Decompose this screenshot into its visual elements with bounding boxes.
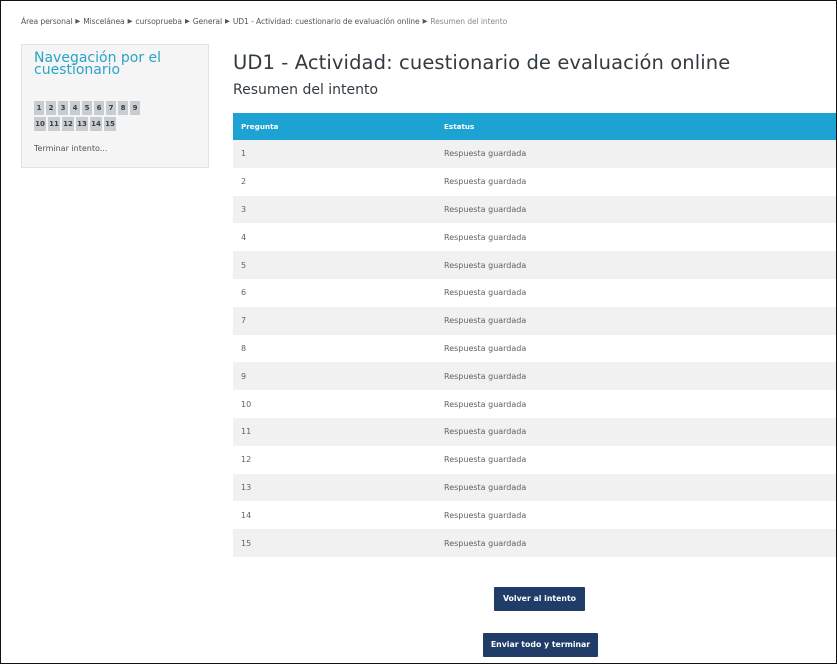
breadcrumb-separator-icon: ▶ — [184, 17, 190, 25]
question-button-4[interactable]: 4 — [70, 101, 80, 115]
question-status: Respuesta guardada — [444, 177, 527, 187]
breadcrumb-general[interactable]: General — [193, 17, 222, 26]
question-status: Respuesta guardada — [444, 204, 527, 214]
question-button-12[interactable]: 12 — [62, 117, 74, 131]
table-row: 6 Respuesta guardada — [233, 278, 836, 307]
table-row: 5 Respuesta guardada — [233, 251, 836, 279]
question-status: Respuesta guardada — [444, 260, 527, 270]
table-row: 10 Respuesta guardada — [233, 390, 836, 418]
question-button-1[interactable]: 1 — [34, 101, 44, 115]
table-row: 4 Respuesta guardada — [233, 223, 836, 252]
question-number[interactable]: 13 — [233, 483, 444, 492]
question-button-3[interactable]: 3 — [58, 101, 68, 115]
breadcrumb-misc[interactable]: Miscelánea — [83, 17, 124, 26]
question-button-7[interactable]: 7 — [106, 101, 116, 115]
question-button-6[interactable]: 6 — [94, 101, 104, 115]
quiz-navigation-title: Navegación por el cuestionario — [34, 50, 162, 78]
question-button-11[interactable]: 11 — [48, 117, 60, 131]
question-number[interactable]: 15 — [233, 539, 444, 548]
question-status: Respuesta guardada — [444, 427, 527, 437]
question-button-14[interactable]: 14 — [90, 117, 102, 131]
question-button-10[interactable]: 10 — [34, 117, 46, 131]
breadcrumb-separator-icon: ▶ — [127, 17, 133, 25]
breadcrumb-separator-icon: ▶ — [422, 17, 428, 25]
breadcrumb-home[interactable]: Área personal — [21, 17, 72, 26]
question-number[interactable]: 9 — [233, 372, 444, 381]
table-row: 1 Respuesta guardada — [233, 140, 836, 168]
question-button-15[interactable]: 15 — [104, 117, 116, 131]
question-button-8[interactable]: 8 — [118, 101, 128, 115]
table-row: 11 Respuesta guardada — [233, 417, 836, 446]
question-status: Respuesta guardada — [444, 232, 527, 242]
question-button-2[interactable]: 2 — [46, 101, 56, 115]
question-status: Respuesta guardada — [444, 399, 527, 409]
question-button-9[interactable]: 9 — [130, 101, 140, 115]
column-header-status: Estatus — [444, 122, 475, 131]
table-row: 9 Respuesta guardada — [233, 362, 836, 391]
question-buttons-row-2: 10 11 12 13 14 15 — [34, 117, 202, 131]
question-number[interactable]: 11 — [233, 427, 444, 436]
question-number[interactable]: 12 — [233, 455, 444, 464]
question-number[interactable]: 6 — [233, 288, 444, 297]
question-status: Respuesta guardada — [444, 538, 527, 548]
quiz-navigation-block: Navegación por el cuestionario 1 2 3 4 5… — [21, 44, 209, 168]
table-row: 15 Respuesta guardada — [233, 529, 836, 557]
question-buttons-row-1: 1 2 3 4 5 6 7 8 9 — [34, 101, 202, 115]
question-number[interactable]: 8 — [233, 344, 444, 353]
question-number[interactable]: 14 — [233, 511, 444, 520]
submit-all-and-finish-button[interactable]: Enviar todo y terminar — [483, 633, 598, 657]
question-number[interactable]: 7 — [233, 316, 444, 325]
question-status: Respuesta guardada — [444, 149, 527, 159]
table-row: 2 Respuesta guardada — [233, 167, 836, 196]
breadcrumb-course[interactable]: cursoprueba — [135, 17, 182, 26]
breadcrumb: Área personal ▶ Miscelánea ▶ cursoprueba ▶ Gen… — [21, 17, 507, 26]
question-status: Respuesta guardada — [444, 510, 527, 520]
table-header: Pregunta Estatus — [233, 113, 836, 140]
table-row: 14 Respuesta guardada — [233, 501, 836, 530]
question-number[interactable]: 1 — [233, 149, 444, 158]
return-to-attempt-button[interactable]: Volver al intento — [494, 587, 585, 611]
table-row: 13 Respuesta guardada — [233, 473, 836, 502]
breadcrumb-separator-icon: ▶ — [225, 17, 230, 25]
question-status: Respuesta guardada — [444, 482, 527, 492]
page-frame: Área personal ▶ Miscelánea ▶ cursoprueba ▶ Gen… — [0, 0, 837, 664]
breadcrumb-current: Resumen del intento — [430, 17, 508, 26]
question-number[interactable]: 5 — [233, 261, 444, 270]
table-body: 1 Respuesta guardada 2 Respuesta guardada … — [233, 140, 836, 557]
attempt-summary-table: Pregunta Estatus 1 Respuesta guardada 2 Re… — [233, 113, 836, 557]
question-button-13[interactable]: 13 — [76, 117, 88, 131]
question-number[interactable]: 10 — [233, 400, 444, 409]
breadcrumb-separator-icon: ▶ — [75, 17, 81, 25]
table-row: 7 Respuesta guardada — [233, 306, 836, 335]
question-button-5[interactable]: 5 — [82, 101, 92, 115]
question-status: Respuesta guardada — [444, 316, 527, 326]
page-title: UD1 - Actividad: cuestionario de evaluac… — [233, 51, 731, 74]
finish-attempt-link[interactable]: Terminar intento... — [34, 144, 107, 153]
table-row: 3 Respuesta guardada — [233, 195, 836, 224]
table-row: 8 Respuesta guardada — [233, 334, 836, 363]
question-status: Respuesta guardada — [444, 288, 527, 298]
breadcrumb-activity[interactable]: UD1 - Actividad: cuestionario de evaluac… — [233, 17, 420, 26]
question-status: Respuesta guardada — [444, 343, 527, 353]
page-subtitle: Resumen del intento — [233, 82, 379, 98]
question-buttons: 1 2 3 4 5 6 7 8 9 10 11 12 13 14 15 — [34, 101, 202, 133]
column-header-question: Pregunta — [241, 122, 279, 131]
question-number[interactable]: 2 — [233, 177, 444, 186]
question-status: Respuesta guardada — [444, 455, 527, 465]
question-number[interactable]: 4 — [233, 233, 444, 242]
question-status: Respuesta guardada — [444, 371, 527, 381]
table-row: 12 Respuesta guardada — [233, 445, 836, 474]
question-number[interactable]: 3 — [233, 205, 444, 214]
